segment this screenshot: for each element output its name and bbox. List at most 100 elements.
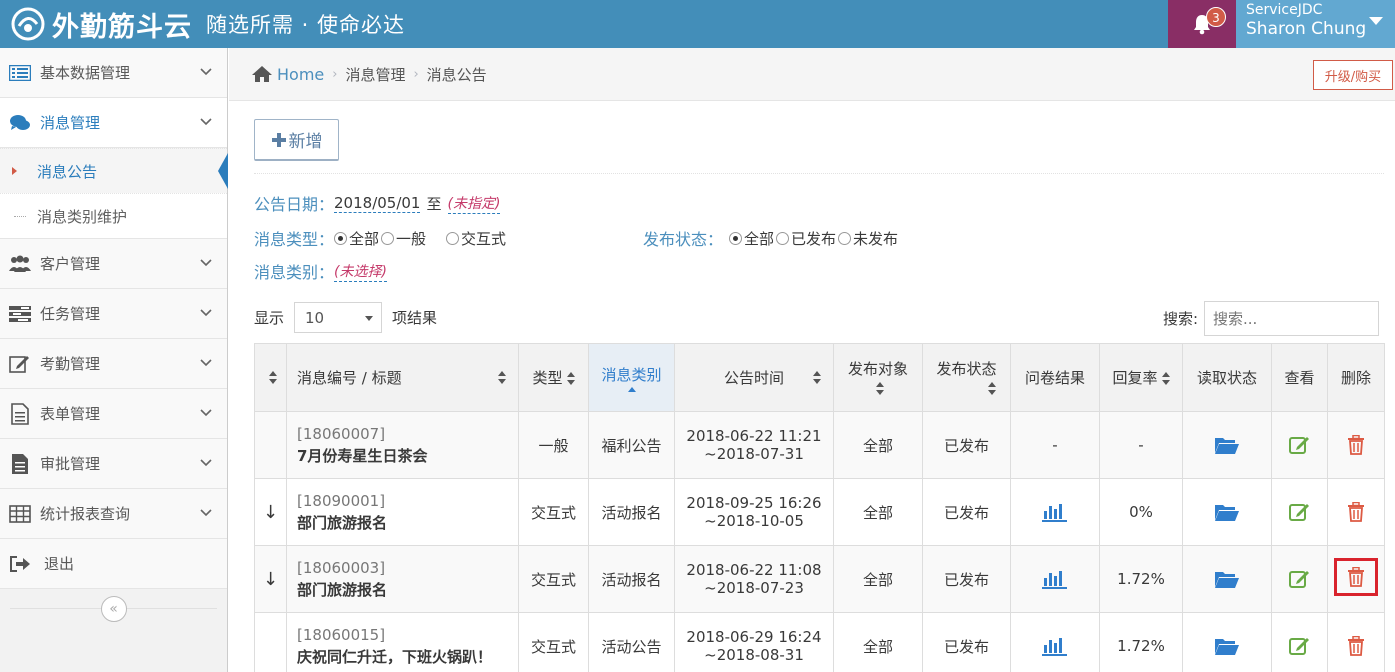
radio-label: 一般 [396,229,427,248]
time-start: 2018-09-25 16:26 [686,494,822,512]
survey-cell [1010,545,1100,613]
radio-icon [776,231,790,245]
pin-cell [254,612,287,672]
chevron-down-icon [200,309,212,317]
breadcrumb-home[interactable]: Home [251,65,324,84]
sidebar-item-label: 表单管理 [40,405,101,423]
folder-open-icon[interactable] [1214,435,1240,455]
bar-chart-icon[interactable] [1042,569,1068,589]
plus-icon [271,132,286,147]
status-radio-all[interactable]: 全部 [729,228,774,249]
col-header-pin[interactable] [254,343,287,412]
target-cell: 全部 [833,545,923,613]
col-header-reply[interactable]: 回复率 [1099,343,1183,412]
page-size-select[interactable]: 10 [294,302,383,333]
sidebar: 基本数据管理 消息管理 消息公告 消息类别维护 客户管理 任务管理 考勤管理 表… [0,48,228,672]
collapse-sidebar-button[interactable]: « [100,596,127,622]
sidebar-item-customers[interactable]: 客户管理 [0,239,227,289]
trash-icon[interactable] [1347,567,1365,587]
search-control: 搜索: [1163,301,1379,336]
user-menu[interactable]: ServiceJDC Sharon Chung [1236,0,1395,48]
type-radio-interactive[interactable]: 交互式 [446,228,506,249]
sidebar-item-approvals[interactable]: 审批管理 [0,439,227,489]
survey-cell: - [1010,411,1100,479]
col-header-title[interactable]: 消息编号 / 标题 [286,343,519,412]
title-cell[interactable]: [18060015] 庆祝同仁升迁，下班火锅趴！ [286,612,519,672]
show-label: 显示 [254,309,285,327]
target-cell: 全部 [833,612,923,672]
sidebar-item-forms[interactable]: 表单管理 [0,389,227,439]
view-cell [1271,612,1328,672]
edit-icon[interactable] [1288,636,1311,656]
sidebar-item-label: 客户管理 [40,255,101,273]
edit-icon[interactable] [1288,502,1311,522]
status-cell: 已发布 [922,411,1011,479]
title-cell[interactable]: [18060003] 部门旅游报名 [286,545,519,613]
notifications-button[interactable]: 3 [1168,0,1236,48]
breadcrumb: Home › 消息管理 › 消息公告 升级/购买 [229,48,1395,101]
sidebar-item-label: 消息管理 [40,114,101,132]
pin-cell: ↓ [254,478,287,546]
sidebar-subitem-category-maintenance[interactable]: 消息类别维护 [0,193,227,238]
sidebar-item-tasks[interactable]: 任务管理 [0,289,227,339]
sidebar-item-reports[interactable]: 统计报表查询 [0,489,227,539]
divider [254,173,1384,174]
bar-chart-icon[interactable] [1042,636,1068,656]
chevron-down-icon [200,359,212,367]
results-suffix: 项结果 [392,309,438,327]
message-title: 部门旅游报名 [297,514,388,532]
breadcrumb-level1[interactable]: 消息管理 [345,64,405,85]
category-cell: 活动报名 [588,478,675,546]
col-header-category[interactable]: 消息类别 [588,343,675,412]
chevron-right-icon: › [413,66,419,82]
title-cell[interactable]: [18060007] 7月份寿星生日茶会 [286,411,519,479]
upgrade-button[interactable]: 升级/购买 [1313,60,1393,90]
status-radio-published[interactable]: 已发布 [776,228,836,249]
sidebar-item-logout[interactable]: 退出 [0,539,227,589]
radio-checked-icon [729,231,743,245]
edit-icon[interactable] [1288,435,1311,455]
delete-highlight-box[interactable] [1334,558,1378,596]
table-row: [18060015] 庆祝同仁升迁，下班火锅趴！ 交互式 活动公告 2018-06… [254,612,1385,672]
col-header-label: 问卷结果 [1024,369,1085,387]
pin-cell: ↓ [254,545,287,613]
title-cell[interactable]: [18090001] 部门旅游报名 [286,478,519,546]
sidebar-item-messages[interactable]: 消息管理 [0,98,227,148]
date-to-field[interactable]: (未指定) [447,193,501,214]
time-end: ~2018-08-31 [704,646,804,664]
target-cell: 全部 [833,411,923,479]
col-header-target[interactable]: 发布对象 [833,343,923,412]
sidebar-item-attendance[interactable]: 考勤管理 [0,339,227,389]
category-select-field[interactable]: (未选择) [334,261,387,282]
user-company: ServiceJDC [1246,2,1323,18]
trash-icon[interactable] [1347,435,1365,455]
trash-icon[interactable] [1347,502,1365,522]
users-icon [9,255,31,272]
trash-icon[interactable] [1347,636,1365,656]
status-radio-unpublished[interactable]: 未发布 [838,228,898,249]
date-from-field[interactable]: 2018/05/01 [334,194,421,213]
folder-open-icon[interactable] [1214,502,1240,522]
folder-open-icon[interactable] [1214,636,1240,656]
sidebar-item-basic-data[interactable]: 基本数据管理 [0,48,227,98]
brand[interactable]: 外勤筋斗云 随选所需 · 使命必达 [0,0,405,48]
col-header-label: 发布状态 [936,360,997,378]
col-header-time[interactable]: 公告时间 [674,343,834,412]
read-status-cell [1182,612,1272,672]
sidebar-collapse-bar: « [0,589,227,629]
table-row: ↓ [18060003] 部门旅游报名 交互式 活动报名 2018-06-22 1… [254,545,1385,613]
col-header-type[interactable]: 类型 [518,343,589,412]
bar-chart-icon[interactable] [1042,502,1068,522]
edit-icon[interactable] [1288,569,1311,589]
col-header-label: 发布对象 [847,360,908,378]
folder-open-icon[interactable] [1214,569,1240,589]
sidebar-subitem-announcements[interactable]: 消息公告 [0,148,228,193]
add-button[interactable]: 新增 [254,119,339,161]
type-radio-normal[interactable]: 一般 [381,228,426,249]
search-input[interactable] [1204,301,1379,336]
type-radio-all[interactable]: 全部 [334,228,379,249]
col-header-status[interactable]: 发布状态 [922,343,1011,412]
home-icon [252,66,272,82]
category-cell: 活动公告 [588,612,675,672]
sidebar-item-label: 统计报表查询 [40,505,131,523]
